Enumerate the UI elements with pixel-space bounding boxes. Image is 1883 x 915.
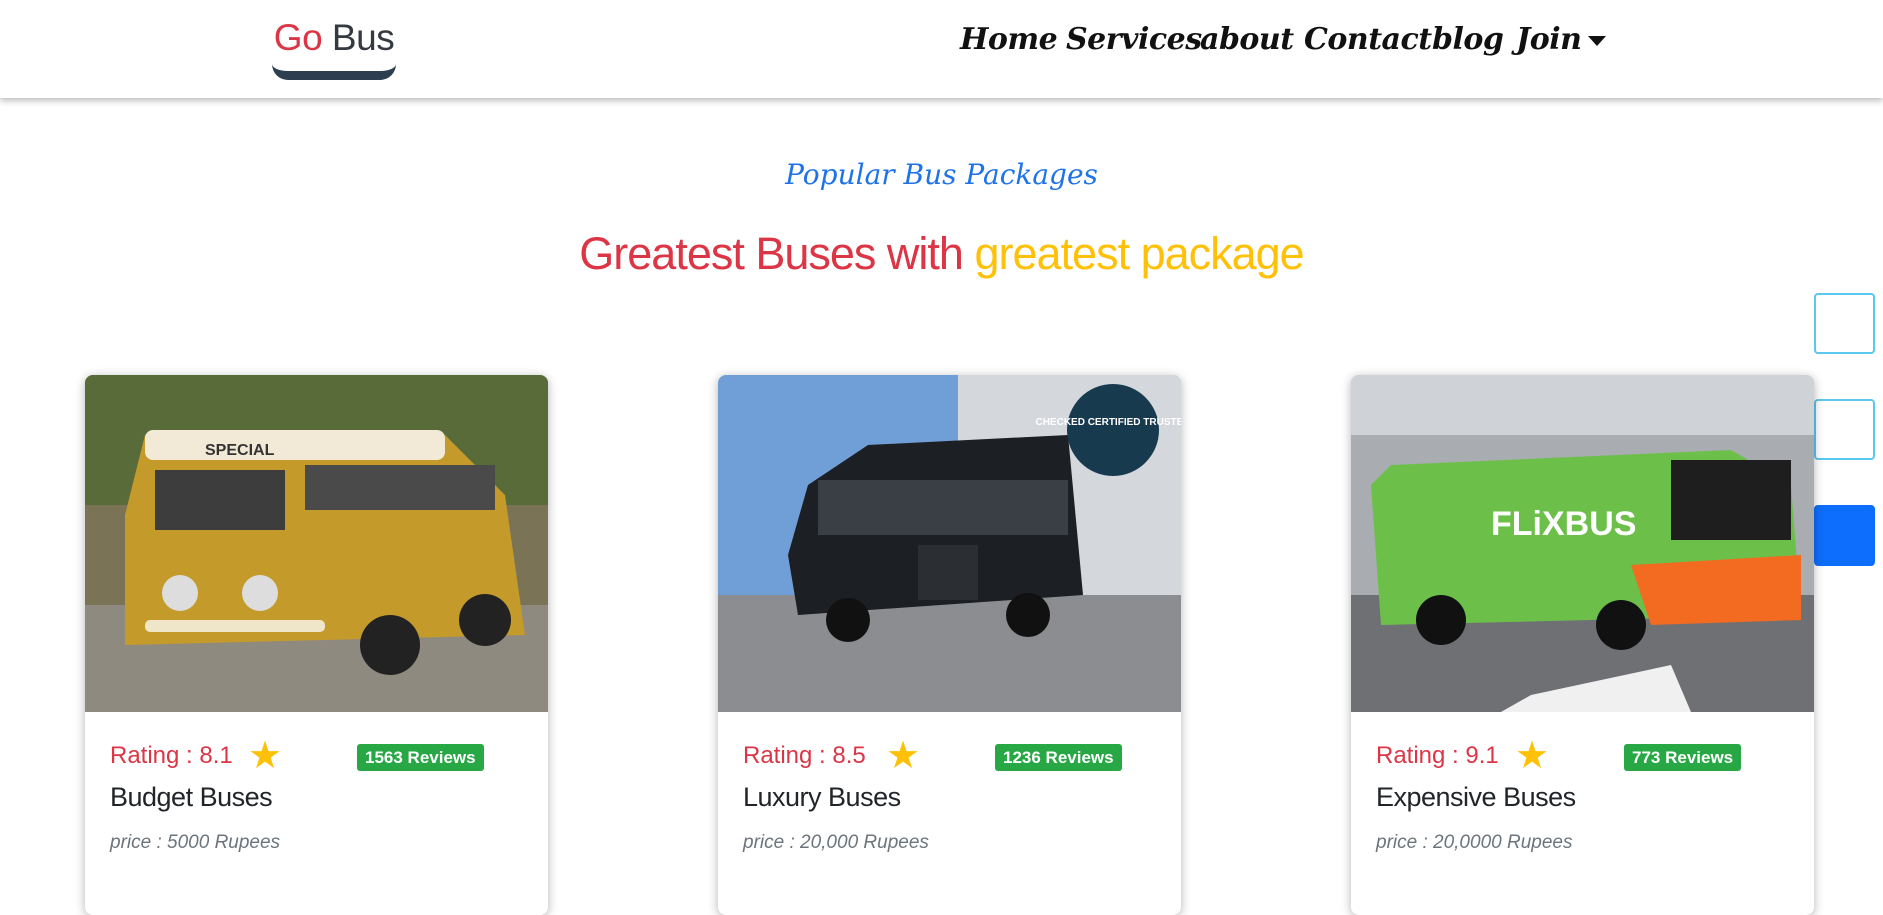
card-title: Budget Buses — [110, 782, 273, 812]
star-icon: ★ — [248, 735, 283, 777]
expensive-bus-image: FLiXBUS — [1351, 375, 1814, 712]
nav-services[interactable]: Services — [1066, 22, 1202, 57]
navbar: Go Bus Home Services about Contact blog … — [0, 0, 1883, 98]
section-subtitle: Popular Bus Packages — [785, 158, 1098, 191]
card-body: Rating : 8.5 ★ 1236 Reviews Luxury Buses… — [718, 712, 1181, 912]
title-red: Greatest Buses with — [579, 228, 975, 279]
rating-text: Rating : 8.1 — [110, 742, 233, 769]
bus-sign-text: SPECIAL — [205, 442, 275, 459]
luxury-bus-image: CHECKED CERTIFIED TRUSTED — [718, 375, 1181, 712]
side-button-3[interactable] — [1814, 505, 1875, 566]
price-text: price : 20,0000 Rupees — [1376, 832, 1573, 853]
side-button-1[interactable] — [1814, 293, 1875, 354]
card-body: Rating : 8.1 ★ 1563 Reviews Budget Buses… — [85, 712, 548, 912]
price-text: price : 5000 Rupees — [110, 832, 281, 853]
star-icon: ★ — [1515, 735, 1550, 777]
rating-text: Rating : 8.5 — [743, 742, 866, 769]
price-text: price : 20,000 Rupees — [743, 832, 929, 853]
nav-links: Home Services about Contact blog Join — [0, 0, 1883, 90]
nav-join[interactable]: Join — [1516, 22, 1582, 57]
nav-blog[interactable]: blog — [1432, 22, 1504, 57]
star-icon: ★ — [886, 735, 921, 777]
flixbus-logo-text: FLiXBUS — [1491, 505, 1636, 543]
package-card-luxury[interactable]: CHECKED CERTIFIED TRUSTED Rating : 8.5 ★… — [718, 375, 1181, 915]
card-title: Luxury Buses — [743, 782, 901, 812]
caret-down-icon[interactable] — [1588, 36, 1606, 46]
card-body: Rating : 9.1 ★ 773 Reviews Expensive Bus… — [1351, 712, 1814, 912]
certified-badge-text: CHECKED CERTIFIED TRUSTED — [1035, 417, 1181, 428]
nav-contact[interactable]: Contact — [1304, 22, 1432, 57]
rating-text: Rating : 9.1 — [1376, 742, 1499, 769]
reviews-badge: 773 Reviews — [1624, 744, 1742, 771]
side-button-2[interactable] — [1814, 399, 1875, 460]
title-yellow: greatest package — [974, 228, 1304, 279]
budget-bus-image: SPECIAL — [85, 375, 548, 712]
reviews-badge: 1563 Reviews — [357, 744, 484, 771]
reviews-badge: 1236 Reviews — [995, 744, 1122, 771]
section-title: Greatest Buses with greatest package — [0, 228, 1883, 280]
card-title: Expensive Buses — [1376, 782, 1576, 812]
package-card-expensive[interactable]: FLiXBUS Rating : 9.1 ★ 773 Reviews Expen… — [1351, 375, 1814, 915]
nav-about[interactable]: about — [1200, 22, 1294, 57]
package-card-budget[interactable]: SPECIAL Rating : 8.1 ★ 1563 Reviews Budg… — [85, 375, 548, 915]
nav-home[interactable]: Home — [960, 22, 1058, 57]
